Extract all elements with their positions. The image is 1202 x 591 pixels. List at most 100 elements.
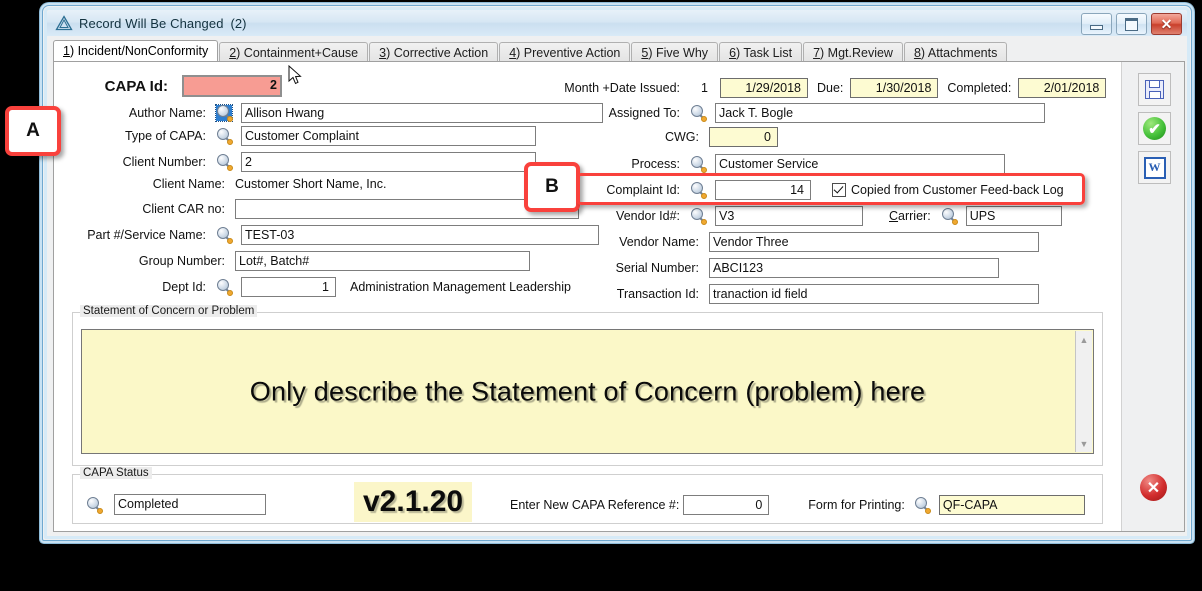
transaction-id-field[interactable]: tranaction id field	[709, 284, 1039, 304]
window-buttons: ✕	[1081, 13, 1182, 35]
assigned-to-field[interactable]: Jack T. Bogle	[715, 103, 1045, 123]
capa-id-label: CAPA Id:	[72, 78, 168, 95]
checkbox-icon	[832, 183, 846, 197]
author-name-label: Author Name:	[72, 106, 206, 120]
new-capa-reference-label: Enter New CAPA Reference #:	[510, 498, 679, 512]
scroll-down-icon[interactable]: ▼	[1076, 436, 1092, 451]
tab-mgt-review[interactable]: 7) Mgt.Review	[803, 42, 903, 62]
client-number-lookup-icon[interactable]	[216, 154, 232, 170]
tab-accesskey: 7	[813, 46, 820, 60]
vendor-id-lookup-icon[interactable]	[690, 208, 706, 224]
capa-status-field[interactable]: Completed	[114, 494, 266, 515]
cwg-label: CWG:	[544, 130, 699, 144]
tab-label: ) Corrective Action	[386, 46, 488, 60]
close-record-button[interactable]: ✕	[1140, 474, 1167, 501]
minimize-icon	[1090, 25, 1103, 30]
capa-status-lookup-icon[interactable]	[86, 497, 102, 513]
process-field[interactable]: Customer Service	[715, 154, 1005, 174]
tab-accesskey: 8	[914, 46, 921, 60]
type-of-capa-field[interactable]: Customer Complaint	[241, 126, 536, 146]
serial-number-field[interactable]: ABCI123	[709, 258, 999, 278]
annotation-b-label: B	[545, 176, 559, 198]
annotation-a: A	[5, 106, 61, 156]
group-number-field[interactable]: Lot#, Batch#	[235, 251, 530, 271]
completed-label: Completed:	[947, 81, 1011, 95]
cwg-field[interactable]: 0	[709, 127, 778, 147]
part-service-name-label: Part #/Service Name:	[72, 228, 206, 242]
author-name-lookup-icon[interactable]	[216, 105, 232, 121]
transaction-id-label: Transaction Id:	[544, 287, 699, 301]
complaint-id-lookup-icon[interactable]	[690, 182, 706, 198]
vendor-id-field[interactable]: V3	[715, 206, 863, 226]
copied-from-feedback-checkbox[interactable]: Copied from Customer Feed-back Log	[832, 183, 1064, 197]
dept-id-label: Dept Id:	[72, 280, 206, 294]
record-count: (2)	[231, 16, 247, 31]
statement-group-caption: Statement of Concern or Problem	[80, 305, 257, 317]
capa-id-field[interactable]: 2	[182, 75, 282, 97]
tab-label: ) Preventive Action	[516, 46, 620, 60]
due-label: Due:	[817, 81, 843, 95]
vendor-name-label: Vendor Name:	[544, 235, 699, 249]
carrier-label: Carrier:	[889, 209, 931, 223]
statement-scrollbar[interactable]: ▲ ▼	[1075, 331, 1092, 452]
form-for-printing-lookup-icon[interactable]	[914, 497, 930, 513]
tab-containment-cause[interactable]: 2) Containment+Cause	[219, 42, 368, 62]
statement-of-concern-textarea[interactable]: Only describe the Statement of Concern (…	[81, 329, 1094, 454]
form-for-printing-field[interactable]: QF-CAPA	[939, 495, 1085, 515]
dept-id-field[interactable]: 1	[241, 277, 336, 297]
vendor-name-field[interactable]: Vendor Three	[709, 232, 1039, 252]
part-service-lookup-icon[interactable]	[216, 227, 232, 243]
floppy-disk-icon	[1145, 80, 1164, 99]
restore-button[interactable]	[1116, 13, 1147, 35]
minimize-button[interactable]	[1081, 13, 1112, 35]
tab-corrective-action[interactable]: 3) Corrective Action	[369, 42, 498, 62]
window-title: Record Will Be Changed	[79, 16, 224, 31]
date-issued-field[interactable]: 1/29/2018	[720, 78, 808, 98]
form-for-printing-label: Form for Printing:	[808, 498, 905, 512]
capa-status-group-caption: CAPA Status	[80, 467, 152, 479]
tab-task-list[interactable]: 6) Task List	[719, 42, 802, 62]
type-of-capa-lookup-icon[interactable]	[216, 128, 232, 144]
carrier-accesskey: C	[889, 209, 898, 223]
complaint-id-field[interactable]: 14	[715, 180, 811, 200]
month-value: 1	[692, 81, 708, 95]
form-area: CAPA Id: 2 Author Name: Allison Hwang Ty…	[54, 62, 1122, 531]
tab-accesskey: 6	[729, 46, 736, 60]
client-car-no-label: Client CAR no:	[72, 202, 225, 216]
client-number-label: Client Number:	[72, 155, 206, 169]
tab-preventive-action[interactable]: 4) Preventive Action	[499, 42, 630, 62]
tab-five-why[interactable]: 5) Five Why	[631, 42, 718, 62]
due-date-field[interactable]: 1/30/2018	[850, 78, 938, 98]
completed-date-field[interactable]: 2/01/2018	[1018, 78, 1106, 98]
client-number-field[interactable]: 2	[241, 152, 536, 172]
carrier-lookup-icon[interactable]	[941, 208, 957, 224]
tab-label: ) Mgt.Review	[820, 46, 893, 60]
save-button[interactable]	[1138, 73, 1171, 106]
assigned-to-lookup-icon[interactable]	[690, 105, 706, 121]
tab-incident-nonconformity[interactable]: 1) Incident/NonConformity	[53, 40, 218, 62]
dept-id-lookup-icon[interactable]	[216, 279, 232, 295]
dept-name-value: Administration Management Leadership	[350, 280, 571, 294]
annotation-a-label: A	[26, 120, 40, 142]
client-name-value: Customer Short Name, Inc.	[235, 177, 386, 191]
tab-label: ) Five Why	[648, 46, 708, 60]
tab-page-incident: CAPA Id: 2 Author Name: Allison Hwang Ty…	[53, 61, 1185, 532]
copied-from-feedback-label: Copied from Customer Feed-back Log	[851, 183, 1064, 197]
close-window-button[interactable]: ✕	[1151, 13, 1182, 35]
close-icon: ✕	[1161, 17, 1173, 31]
record-window: Record Will Be Changed (2) ✕ 1) Incident…	[42, 5, 1192, 541]
action-rail: ✔ W ✕	[1121, 62, 1184, 531]
new-capa-reference-field[interactable]: 0	[683, 495, 769, 515]
tab-accesskey: 1	[63, 44, 70, 58]
approve-button[interactable]: ✔	[1138, 112, 1171, 145]
assigned-to-label: Assigned To:	[544, 106, 680, 120]
process-lookup-icon[interactable]	[690, 156, 706, 172]
restore-icon	[1125, 18, 1138, 31]
tab-attachments[interactable]: 8) Attachments	[904, 42, 1007, 62]
carrier-field[interactable]: UPS	[966, 206, 1062, 226]
annotation-b: B	[524, 162, 580, 212]
month-date-issued-label: Month +Date Issued:	[544, 81, 680, 95]
scroll-up-icon[interactable]: ▲	[1076, 332, 1092, 347]
word-export-button[interactable]: W	[1138, 151, 1171, 184]
group-number-label: Group Number:	[72, 254, 225, 268]
